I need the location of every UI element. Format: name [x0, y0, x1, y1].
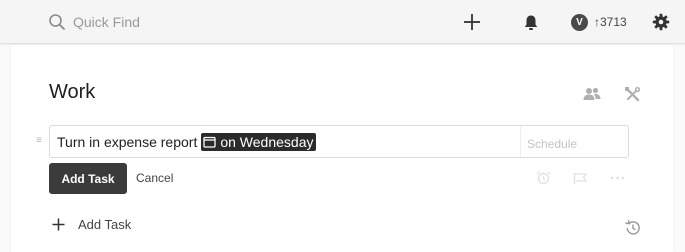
drag-handle-icon[interactable]: ≡ [36, 136, 42, 146]
search-icon [49, 14, 65, 30]
schedule-input[interactable]: Schedule [527, 137, 577, 151]
karma-badge: V [571, 13, 588, 31]
cancel-link[interactable]: Cancel [136, 171, 173, 185]
more-button[interactable] [609, 171, 625, 185]
quick-add-button[interactable] [462, 12, 482, 32]
plus-icon [52, 218, 65, 231]
history-button[interactable] [624, 219, 642, 237]
karma-count: ↑3713 [594, 15, 627, 29]
plus-icon [464, 14, 480, 30]
more-icon [610, 176, 624, 180]
due-date-chip[interactable]: on Wednesday [201, 133, 317, 151]
schedule-divider [520, 126, 521, 157]
project-settings-button[interactable] [623, 85, 641, 103]
bell-icon [524, 15, 538, 30]
tools-icon [624, 86, 640, 101]
settings-button[interactable] [652, 12, 670, 32]
top-bar: Quick Find V ↑3713 [0, 0, 685, 44]
gear-icon [652, 13, 670, 31]
notifications-button[interactable] [522, 12, 540, 32]
share-project-button[interactable] [583, 85, 601, 103]
reminder-button[interactable] [535, 171, 551, 185]
calendar-icon [203, 136, 216, 148]
label-button[interactable] [572, 171, 588, 185]
add-task-row[interactable]: Add Task [52, 217, 131, 232]
quick-find-search[interactable]: Quick Find [48, 12, 140, 32]
people-icon [583, 87, 601, 100]
task-text: Turn in expense report [57, 134, 198, 150]
add-task-button[interactable]: Add Task [49, 163, 127, 194]
search-input[interactable]: Quick Find [73, 14, 140, 30]
karma-indicator[interactable]: V ↑3713 [571, 12, 627, 32]
project-title: Work [49, 81, 96, 103]
history-icon [625, 220, 640, 235]
due-date-label: on Wednesday [220, 134, 314, 150]
task-editor[interactable]: Turn in expense report on Wednesday Sche… [49, 125, 629, 158]
project-view: Work ≡ Turn in expense report on Wednesd… [11, 45, 673, 252]
label-icon [573, 172, 587, 184]
add-task-label: Add Task [78, 217, 132, 232]
alarm-icon [536, 171, 550, 185]
task-content-input[interactable]: Turn in expense report on Wednesday [57, 133, 317, 151]
